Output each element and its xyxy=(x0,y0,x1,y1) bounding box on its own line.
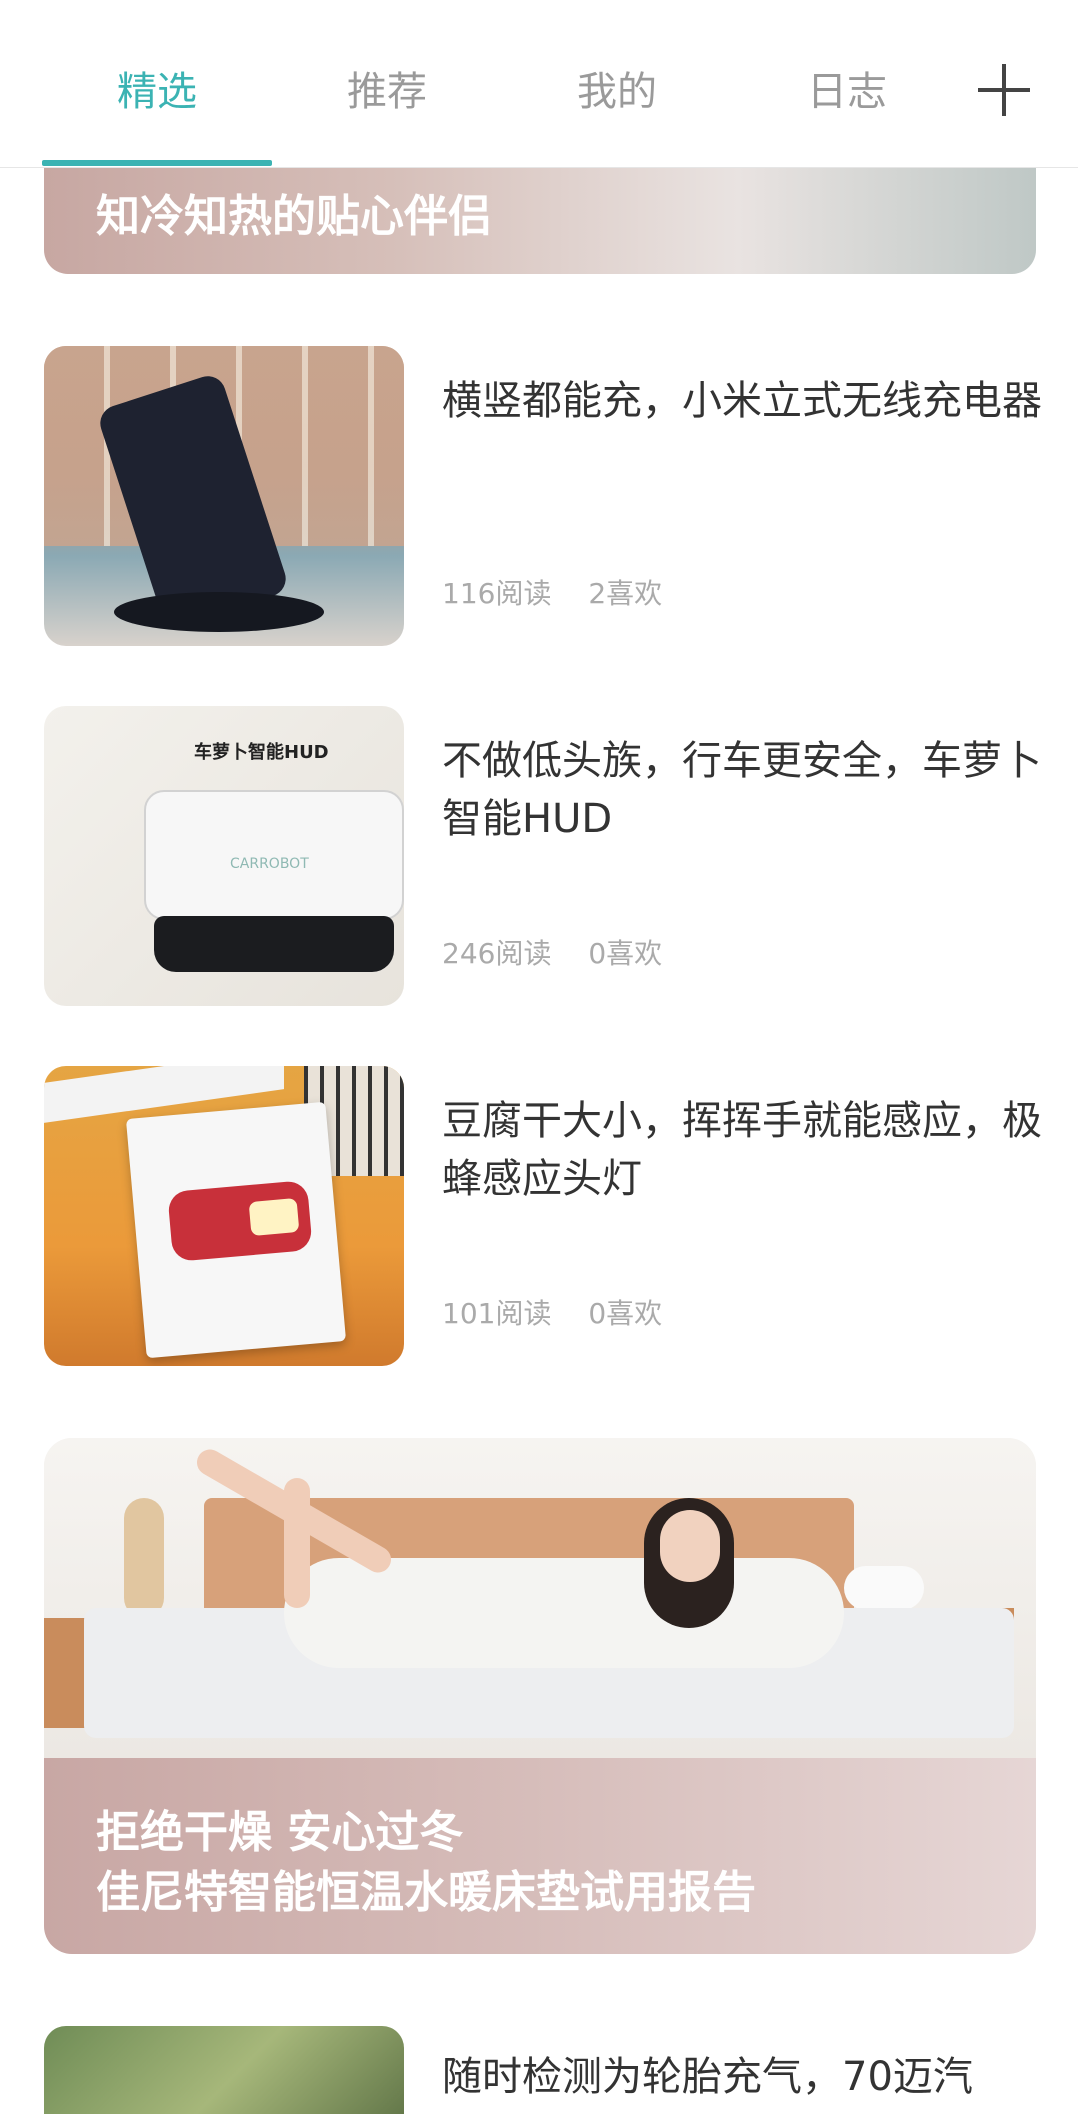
article-card-headlamp[interactable]: 豆腐干大小，挥挥手就能感应，极蜂感应头灯 101阅读 0喜欢 xyxy=(44,1066,1042,1366)
article-title: 豆腐干大小，挥挥手就能感应，极蜂感应头灯 xyxy=(442,1098,1042,1202)
tab-log[interactable]: 日志 xyxy=(732,62,962,122)
article-thumbnail xyxy=(44,2026,404,2114)
read-count: 101阅读 xyxy=(442,1297,552,1330)
featured-banner-top[interactable]: 知冷知热的贴心伴侣 xyxy=(44,168,1036,274)
tab-mine[interactable]: 我的 xyxy=(502,62,732,122)
article-title: 横竖都能充，小米立式无线充电器 xyxy=(442,378,1042,424)
article-meta: 246阅读 0喜欢 xyxy=(442,932,690,972)
read-count: 246阅读 xyxy=(442,937,552,970)
article-card-tire-inflator[interactable]: 随时检测为轮胎充气，70迈汽 xyxy=(44,2026,1036,2114)
article-title: 不做低头族，行车更安全，车萝卜智能HUD xyxy=(442,738,1042,842)
thumb-label: 车萝卜智能HUD xyxy=(194,742,329,763)
hud-device-image xyxy=(154,916,394,972)
banner-headline: 拒绝干燥 安心过冬 xyxy=(96,1807,464,1858)
banner-title: 知冷知热的贴心伴侣 xyxy=(96,191,492,242)
tab-featured[interactable]: 精选 xyxy=(42,62,272,122)
banner-caption: 拒绝干燥 安心过冬 佳尼特智能恒温水暖床垫试用报告 xyxy=(44,1758,1036,1954)
article-card-wireless-charger[interactable]: 横竖都能充，小米立式无线充电器 116阅读 2喜欢 xyxy=(44,346,1042,646)
article-thumbnail xyxy=(44,346,404,646)
banner-subtitle: 佳尼特智能恒温水暖床垫试用报告 xyxy=(96,1867,756,1918)
thumb-logo: CARROBOT xyxy=(230,856,309,872)
article-meta: 116阅读 2喜欢 xyxy=(442,572,690,612)
article-thumbnail: 车萝卜智能HUD CARROBOT xyxy=(44,706,404,1006)
banner-photo xyxy=(44,1438,1036,1758)
like-count: 0喜欢 xyxy=(588,937,663,970)
like-count: 0喜欢 xyxy=(588,1297,663,1330)
article-title: 随时检测为轮胎充气，70迈汽 xyxy=(442,2054,973,2100)
tab-recommended[interactable]: 推荐 xyxy=(272,62,502,122)
read-count: 116阅读 xyxy=(442,577,552,610)
like-count: 2喜欢 xyxy=(588,577,663,610)
featured-banner-mattress[interactable]: 拒绝干燥 安心过冬 佳尼特智能恒温水暖床垫试用报告 xyxy=(44,1438,1036,1954)
article-card-hud[interactable]: 车萝卜智能HUD CARROBOT 不做低头族，行车更安全，车萝卜智能HUD 2… xyxy=(44,706,1042,1006)
top-tab-bar: 精选 推荐 我的 日志 xyxy=(0,0,1078,168)
article-thumbnail xyxy=(44,1066,404,1366)
active-tab-indicator xyxy=(42,160,272,166)
article-meta: 101阅读 0喜欢 xyxy=(442,1292,690,1332)
plus-icon[interactable] xyxy=(978,64,1030,116)
